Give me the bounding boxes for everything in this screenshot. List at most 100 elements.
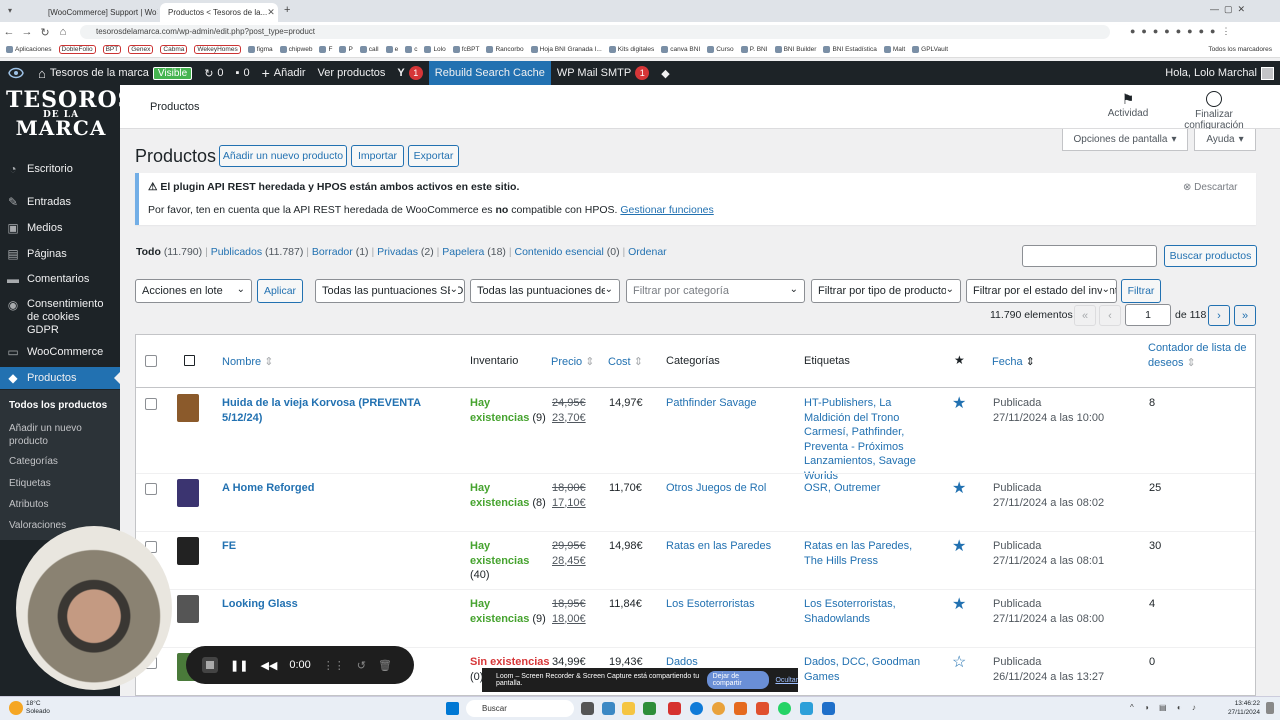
search-products-input[interactable] <box>1022 245 1157 267</box>
apply-button[interactable]: Aplicar <box>257 279 303 303</box>
window-controls[interactable]: — ▢ ✕ <box>1210 4 1245 15</box>
column-price[interactable]: Precio ⇕ <box>551 355 594 368</box>
taskbar-search[interactable]: Buscar <box>466 700 574 717</box>
first-page-button[interactable]: « <box>1074 305 1096 326</box>
add-new-product-button[interactable]: Añadir un nuevo producto <box>219 145 347 167</box>
column-wishlist[interactable]: Contador de lista de deseos ⇕ <box>1148 341 1248 371</box>
bookmark-item[interactable]: P <box>339 46 353 53</box>
row-checkbox[interactable] <box>145 483 157 495</box>
trash-icon[interactable]: 🗑 <box>378 659 392 672</box>
column-name[interactable]: Nombre ⇕ <box>222 355 273 368</box>
account-menu[interactable]: Hola, Lolo Marchal <box>1159 61 1280 85</box>
vscode-icon[interactable] <box>822 702 835 715</box>
tags-links[interactable]: Ratas en las Paredes, The Hills Press <box>804 539 932 568</box>
product-name-link[interactable]: FE <box>222 539 458 554</box>
webcam-bubble[interactable] <box>16 526 172 690</box>
submenu-reviews[interactable]: Valoraciones <box>9 520 66 531</box>
product-name-link[interactable]: Huida de la vieja Korvosa (PREVENTA 5/12… <box>222 396 458 425</box>
product-name-link[interactable]: A Home Reforged <box>222 481 458 496</box>
select-all-checkbox[interactable] <box>145 355 157 367</box>
readability-score-select[interactable]: Todas las puntuaciones de ⌄ <box>470 279 620 303</box>
status-filter-link[interactable]: Todo (11.790) <box>136 246 202 258</box>
task-view-icon[interactable] <box>581 702 594 715</box>
product-thumbnail[interactable] <box>177 595 199 623</box>
brave-icon[interactable] <box>756 702 769 715</box>
not-featured-star-icon[interactable]: ☆ <box>952 652 966 672</box>
menu-medios[interactable]: ▣ Medios <box>0 221 120 235</box>
status-filter-link[interactable]: Privadas (2) <box>377 246 434 258</box>
back-icon[interactable]: ← <box>0 26 18 38</box>
featured-star-icon[interactable]: ★ <box>952 536 966 556</box>
bookmark-item[interactable]: WekeyHomes <box>194 45 241 54</box>
bookmark-item[interactable]: BNI Estadística <box>823 46 877 53</box>
extension-icons[interactable]: ●●●●●●●●⋮ <box>1130 26 1237 37</box>
category-filter-select[interactable]: Filtrar por categoría ⌄ <box>626 279 805 303</box>
rebuild-search-cache-button[interactable]: Rebuild Search Cache <box>428 61 551 85</box>
hide-button[interactable]: Ocultar <box>775 677 798 684</box>
wp-logo-icon[interactable] <box>0 61 32 85</box>
url-field[interactable]: tesorosdelamarca.com/wp-admin/edit.php?p… <box>80 25 1110 39</box>
yoast-menu[interactable]: Y 1 <box>391 61 428 85</box>
product-type-select[interactable]: Filtrar por tipo de producto ⌄ <box>811 279 961 303</box>
bookmark-item[interactable]: BPT <box>102 45 122 54</box>
bookmark-item[interactable]: Hoja BNI Granada I... <box>530 46 602 53</box>
category-link[interactable]: Pathfinder Savage <box>666 396 796 411</box>
menu-productos[interactable]: ◆ Productos <box>0 367 120 389</box>
status-filter-link[interactable]: Publicados (11.787) <box>211 246 304 258</box>
pause-icon[interactable]: ❚❚ <box>230 659 248 672</box>
submenu-add-new[interactable]: Añadir un nuevo producto <box>9 422 99 448</box>
submenu-attributes[interactable]: Atributos <box>9 499 48 510</box>
column-featured-star-icon[interactable]: ★ <box>954 353 965 367</box>
all-bookmarks-folder[interactable]: Todos los marcadores <box>1208 46 1272 53</box>
browser-tab-products[interactable]: Productos < Tesoros de la... ✕ <box>160 3 278 22</box>
bookmark-item[interactable]: P. BNI <box>740 46 768 53</box>
close-icon[interactable]: ✕ <box>267 7 275 18</box>
chrome-icon[interactable] <box>712 702 725 715</box>
dismiss-notice-button[interactable]: ⊗ Descartar <box>1183 182 1238 193</box>
finish-setup-button[interactable]: Finalizar configuración <box>1164 91 1264 131</box>
next-page-button[interactable]: › <box>1208 305 1230 326</box>
tags-links[interactable]: Dados, DCC, Goodman Games <box>804 655 932 684</box>
system-tray-icons[interactable]: ^ ◑ ▤ ◐ ♪ <box>1130 703 1200 712</box>
column-date[interactable]: Fecha ⇕ <box>992 355 1035 368</box>
menu-escritorio[interactable]: ◔ Escritorio <box>0 162 120 176</box>
bookmark-item[interactable]: fcBPT <box>452 46 479 53</box>
row-checkbox[interactable] <box>145 398 157 410</box>
bookmark-item[interactable]: DobleFolio <box>58 45 96 54</box>
activity-button[interactable]: ⚑ Actividad <box>1100 91 1156 119</box>
bookmark-item[interactable]: c <box>405 46 417 53</box>
close-icon[interactable]: ✕ <box>157 7 159 18</box>
last-page-button[interactable]: » <box>1234 305 1256 326</box>
submenu-categories[interactable]: Categorías <box>9 456 58 467</box>
stock-status-select[interactable]: Filtrar por el estado del inventario⌄ <box>966 279 1117 303</box>
skype-icon[interactable] <box>800 702 813 715</box>
home-icon[interactable]: ⌂ <box>54 26 72 38</box>
bookmark-item[interactable]: figma <box>247 46 273 53</box>
bookmark-item[interactable]: Kits digitales <box>608 46 654 53</box>
browser-tab-support[interactable]: [WooCommerce] Support | Wo ✕ <box>40 3 158 22</box>
site-name-link[interactable]: ⌂ Tesoros de la marca Visible <box>32 61 198 85</box>
manage-features-link[interactable]: Gestionar funciones <box>620 204 713 216</box>
tags-links[interactable]: Los Esoterroristas, Shadowlands <box>804 597 932 626</box>
edge-icon[interactable] <box>690 702 703 715</box>
screen-options-button[interactable]: Opciones de pantalla ▾ <box>1062 129 1188 151</box>
product-name-link[interactable]: Looking Glass <box>222 597 458 612</box>
updates-link[interactable]: ↻ 0 <box>198 61 229 85</box>
search-products-button[interactable]: Buscar productos <box>1164 245 1257 267</box>
new-tab-icon[interactable]: + <box>284 4 290 16</box>
app-icon[interactable] <box>668 702 681 715</box>
comments-link[interactable]: ▪ 0 <box>230 61 256 85</box>
category-link[interactable]: Ratas en las Paredes <box>666 539 796 554</box>
bookmark-item[interactable]: canva BNI <box>661 46 700 53</box>
import-button[interactable]: Importar <box>351 145 404 167</box>
wp-mail-smtp-menu[interactable]: WP Mail SMTP 1 <box>551 61 655 85</box>
reload-icon[interactable]: ↻ <box>36 26 54 39</box>
grid-icon[interactable]: ⋮⋮ <box>323 659 345 672</box>
filter-button[interactable]: Filtrar <box>1121 279 1161 303</box>
help-button[interactable]: Ayuda ▾ <box>1194 129 1256 151</box>
stop-icon[interactable] <box>202 657 218 673</box>
menu-comentarios[interactable]: ▬ Comentarios <box>0 272 120 286</box>
bookmark-item[interactable]: Malt <box>883 46 905 53</box>
site-logo[interactable]: TESOROS DE LA MARCA <box>6 89 134 138</box>
bookmark-item[interactable]: Genex <box>128 45 154 54</box>
